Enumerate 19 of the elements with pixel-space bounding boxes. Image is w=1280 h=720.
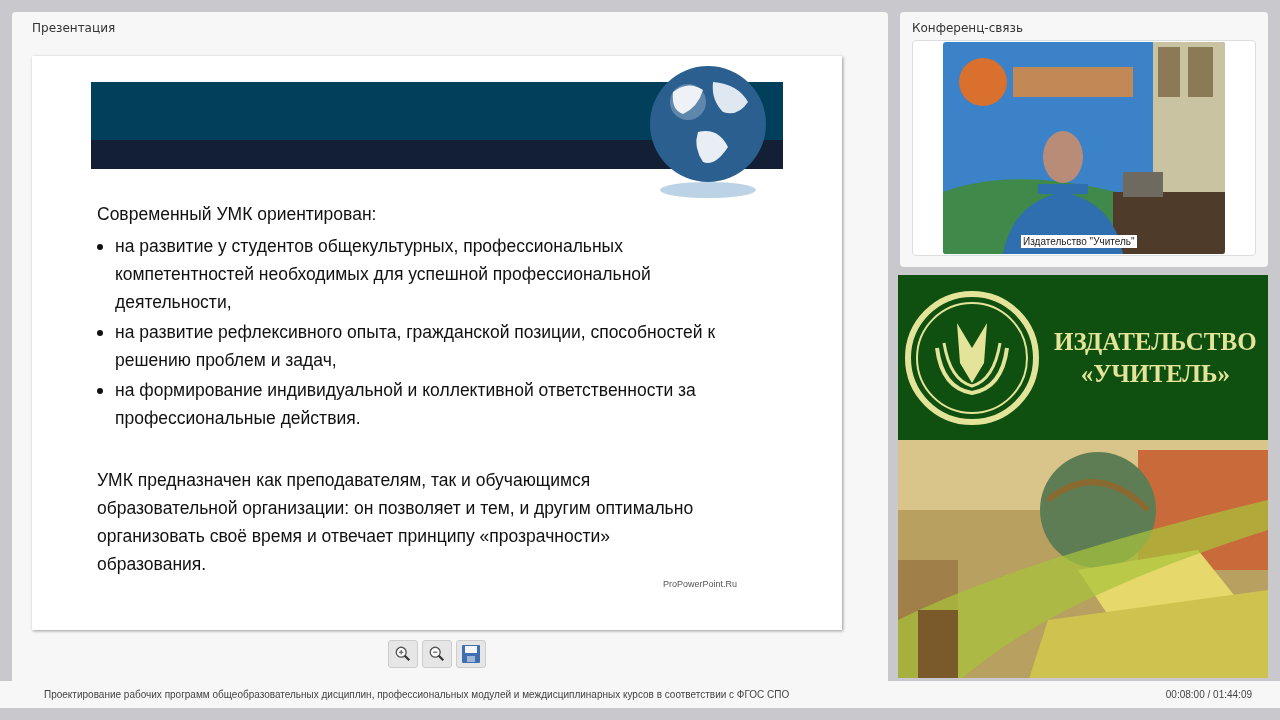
panel-title: Конференц-связь [912, 20, 1025, 37]
panel-title: Презентация [32, 20, 117, 37]
bullet-icon [97, 244, 103, 250]
bullet-icon [97, 330, 103, 336]
publisher-name: «УЧИТЕЛЬ» [1080, 358, 1230, 389]
save-button[interactable] [456, 640, 486, 668]
zoom-out-icon [428, 645, 446, 663]
bullet-icon [97, 388, 103, 394]
speaker-label: Издательство "Учитель" [1021, 235, 1137, 248]
course-title: Проектирование рабочих программ общеобразовательных дисциплин, профессиональных модулей и междисциплинарных курсов в соответствии с ФГОС СПО [44, 689, 790, 700]
zoom-out-button[interactable] [422, 640, 452, 668]
slide-credit: ProPowerPoint.Ru [662, 578, 737, 590]
slide-heading: Современный УМК ориентирован: [97, 203, 378, 226]
playback-time: 00:08:00 / 01:44:09 [1165, 689, 1252, 700]
bullet-text: на формирование индивидуальной и коллективной ответственности за профессиональные действия. [115, 379, 697, 430]
zoom-in-button[interactable] [388, 640, 418, 668]
slide-paragraph: УМК предназначен как преподавателям, так и обучающимся образовательной организации: он позволяет и тем, и другим оптимально организовать своё время и отвечает принципу «прозрачности» образования. [97, 469, 695, 576]
zoom-in-icon [394, 645, 412, 663]
publisher-name: ИЗДАТЕЛЬСТВО [1054, 326, 1257, 357]
